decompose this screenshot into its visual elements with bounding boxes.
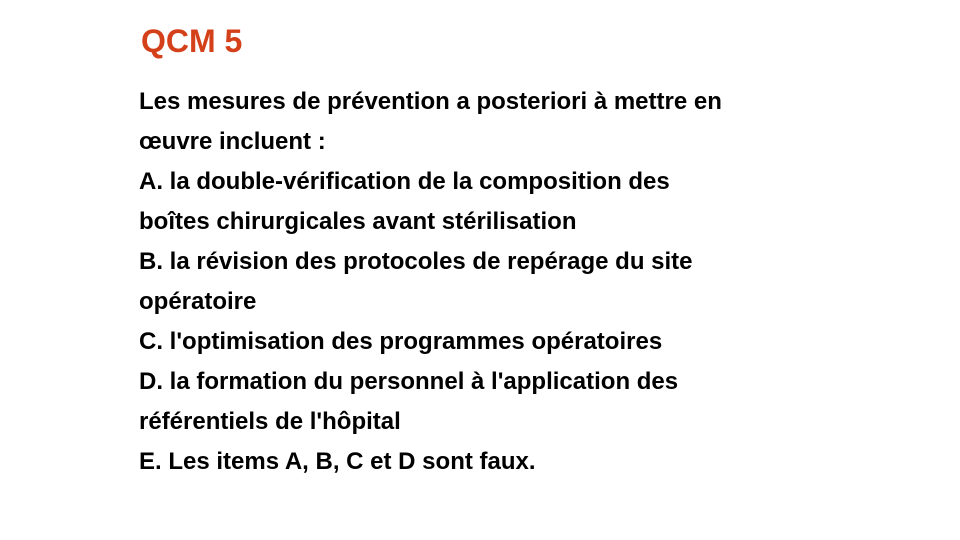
option-b-line-1: B. la révision des protocoles de repérag…: [139, 248, 693, 275]
question-body: Les mesures de prévention a posteriori à…: [139, 82, 839, 482]
option-c-line-1: C. l'optimisation des programmes opérato…: [139, 328, 663, 355]
slide: QCM 5 Les mesures de prévention a poster…: [0, 0, 960, 540]
option-a-line-2: boîtes chirurgicales avant stérilisation: [139, 208, 577, 235]
slide-title: QCM 5: [141, 23, 243, 59]
option-b-line-2: opératoire: [139, 288, 257, 315]
option-d-line-1: D. la formation du personnel à l'applica…: [139, 368, 679, 395]
option-a-line-1: A. la double-vérification de la composit…: [139, 168, 670, 195]
option-e-line-1: E. Les items A, B, C et D sont faux.: [139, 448, 536, 475]
question-text-line-1: Les mesures de prévention a posteriori à…: [139, 88, 722, 115]
option-d-line-2: référentiels de l'hôpital: [139, 408, 401, 435]
question-text-line-2: œuvre incluent :: [139, 128, 326, 155]
